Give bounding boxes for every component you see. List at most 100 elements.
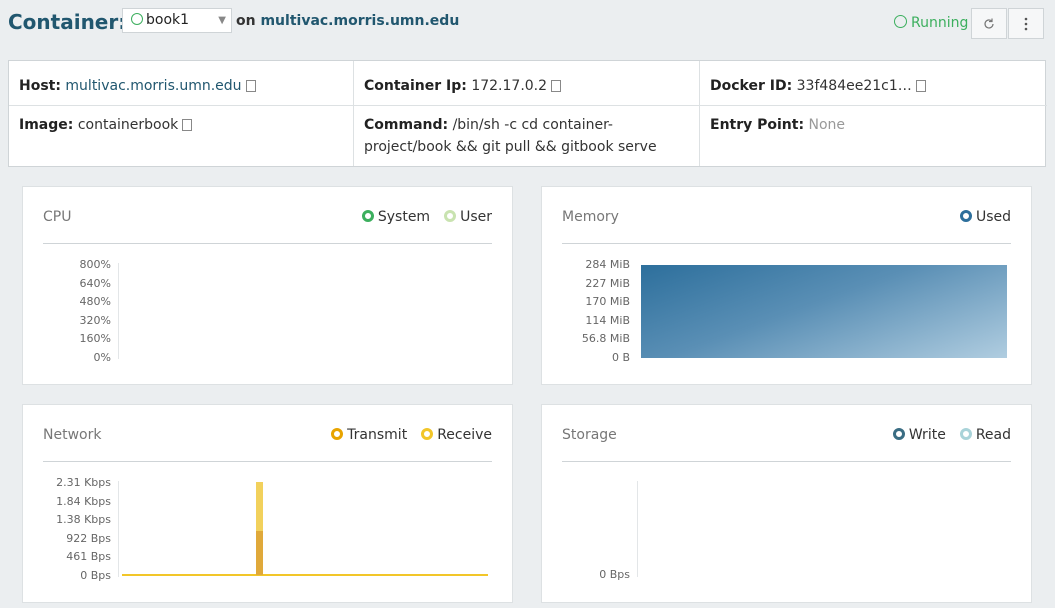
on-label: on <box>236 13 256 29</box>
legend-read-label: Read <box>975 427 1011 443</box>
network-tick: 1.84 Kbps <box>56 494 111 508</box>
storage-tick: 0 Bps <box>599 568 630 581</box>
copy-icon[interactable] <box>242 80 256 97</box>
memory-tick: 170 MiB <box>585 295 630 308</box>
docker-id-value: 33f484ee21c1… <box>796 78 912 94</box>
storage-legend: Write Read <box>892 427 1011 443</box>
container-select[interactable]: book1 ▼ <box>122 8 232 33</box>
host-heading: on multivac.morris.umn.edu <box>236 13 459 29</box>
used-dot-icon <box>959 210 972 222</box>
ip-label: Container Ip: <box>364 78 467 94</box>
cpu-tick: 160% <box>79 332 111 345</box>
info-entry-point: Entry Point: None <box>700 106 1047 166</box>
network-divider <box>43 461 492 462</box>
cpu-axis-line <box>118 263 119 359</box>
legend-used[interactable]: Used <box>959 209 1011 225</box>
storage-axis-line <box>637 481 638 577</box>
legend-system-label: System <box>377 209 431 225</box>
host-link[interactable]: multivac.morris.umn.edu <box>260 13 459 29</box>
copy-icon[interactable] <box>912 80 926 97</box>
storage-title: Storage <box>562 427 617 443</box>
legend-used-label: Used <box>975 209 1011 225</box>
cpu-tick: 640% <box>79 276 111 290</box>
memory-title: Memory <box>562 209 619 225</box>
status-text: Running <box>911 15 969 31</box>
copy-icon[interactable] <box>179 119 193 136</box>
network-y-axis: 2.31 Kbps 1.84 Kbps 1.38 Kbps 922 Bps 46… <box>43 476 111 582</box>
more-options-button[interactable] <box>1008 8 1044 39</box>
legend-transmit-label: Transmit <box>347 427 408 443</box>
cpu-tick: 480% <box>79 295 111 308</box>
write-dot-icon <box>892 428 905 440</box>
page-title: Container: <box>8 10 127 34</box>
legend-receive[interactable]: Receive <box>421 427 492 443</box>
cpu-title: CPU <box>43 209 72 225</box>
legend-user-label: User <box>460 209 492 225</box>
memory-panel: Memory Used 284 MiB 227 MiB 170 MiB 114 … <box>541 186 1032 385</box>
network-legend: Transmit Receive <box>331 427 492 443</box>
cpu-tick: 0% <box>93 350 111 364</box>
chevron-down-icon: ▼ <box>218 15 226 26</box>
system-dot-icon <box>361 210 374 222</box>
container-select-value: book1 <box>146 12 190 28</box>
info-host: Host: multivac.morris.umn.edu <box>9 61 354 106</box>
command-label: Command: <box>364 117 449 133</box>
memory-legend: Used <box>959 209 1011 225</box>
ip-value: 172.17.0.2 <box>471 78 548 94</box>
memory-tick: 227 MiB <box>585 276 630 290</box>
cpu-panel: CPU System User 800% 640% 480% 320% 160%… <box>22 186 513 385</box>
restart-icon <box>984 18 994 29</box>
host-value[interactable]: multivac.morris.umn.edu <box>65 78 241 94</box>
network-tick: 2.31 Kbps <box>56 476 111 489</box>
network-panel: Network Transmit Receive 2.31 Kbps 1.84 … <box>22 404 513 603</box>
user-dot-icon <box>444 210 457 222</box>
storage-panel: Storage Write Read 0 Bps <box>541 404 1032 603</box>
network-tick: 922 Bps <box>66 531 111 545</box>
legend-system[interactable]: System <box>361 209 431 225</box>
storage-y-axis: 0 Bps <box>562 568 630 582</box>
cpu-tick: 800% <box>79 258 111 271</box>
restart-button[interactable] <box>971 8 1007 39</box>
entry-point-value: None <box>808 117 846 133</box>
info-command: Command: /bin/sh -c cd container-project… <box>354 106 700 166</box>
host-label: Host: <box>19 78 61 94</box>
header: Container: book1 ▼ on multivac.morris.um… <box>8 8 1047 42</box>
transmit-dot-icon <box>331 428 344 440</box>
legend-user[interactable]: User <box>444 209 492 225</box>
network-receive-spike <box>256 482 263 531</box>
docker-id-label: Docker ID: <box>710 78 793 94</box>
copy-icon[interactable] <box>548 80 562 97</box>
info-docker-id: Docker ID: 33f484ee21c1… <box>700 61 1047 106</box>
memory-tick: 114 MiB <box>585 313 630 327</box>
status-indicator: Running <box>894 15 968 31</box>
image-label: Image: <box>19 117 74 133</box>
info-ip: Container Ip: 172.17.0.2 <box>354 61 700 106</box>
network-axis-line <box>118 481 119 577</box>
cpu-y-axis: 800% 640% 480% 320% 160% 0% <box>43 258 111 364</box>
network-tick: 461 Bps <box>66 550 111 563</box>
network-transmit-spike <box>256 531 263 575</box>
legend-read[interactable]: Read <box>959 427 1011 443</box>
cpu-divider <box>43 243 492 244</box>
network-tick: 1.38 Kbps <box>56 513 111 526</box>
image-value: containerbook <box>77 117 179 133</box>
legend-receive-label: Receive <box>437 427 492 443</box>
entry-point-label: Entry Point: <box>710 117 805 133</box>
network-tick: 0 Bps <box>80 568 111 582</box>
legend-write-label: Write <box>908 427 946 443</box>
status-ring-icon <box>131 13 143 25</box>
running-icon <box>894 15 907 28</box>
memory-tick: 56.8 MiB <box>581 332 630 345</box>
read-dot-icon <box>959 428 972 440</box>
memory-y-axis: 284 MiB 227 MiB 170 MiB 114 MiB 56.8 MiB… <box>562 258 630 364</box>
cpu-legend: System User <box>361 209 492 225</box>
network-baseline <box>122 574 488 576</box>
legend-transmit[interactable]: Transmit <box>331 427 407 443</box>
receive-dot-icon <box>421 428 434 440</box>
storage-divider <box>562 461 1011 462</box>
info-image: Image: containerbook <box>9 106 354 166</box>
memory-tick: 284 MiB <box>585 258 630 271</box>
cpu-tick: 320% <box>79 313 111 327</box>
legend-write[interactable]: Write <box>892 427 946 443</box>
container-info-table: Host: multivac.morris.umn.edu Container … <box>8 60 1047 167</box>
